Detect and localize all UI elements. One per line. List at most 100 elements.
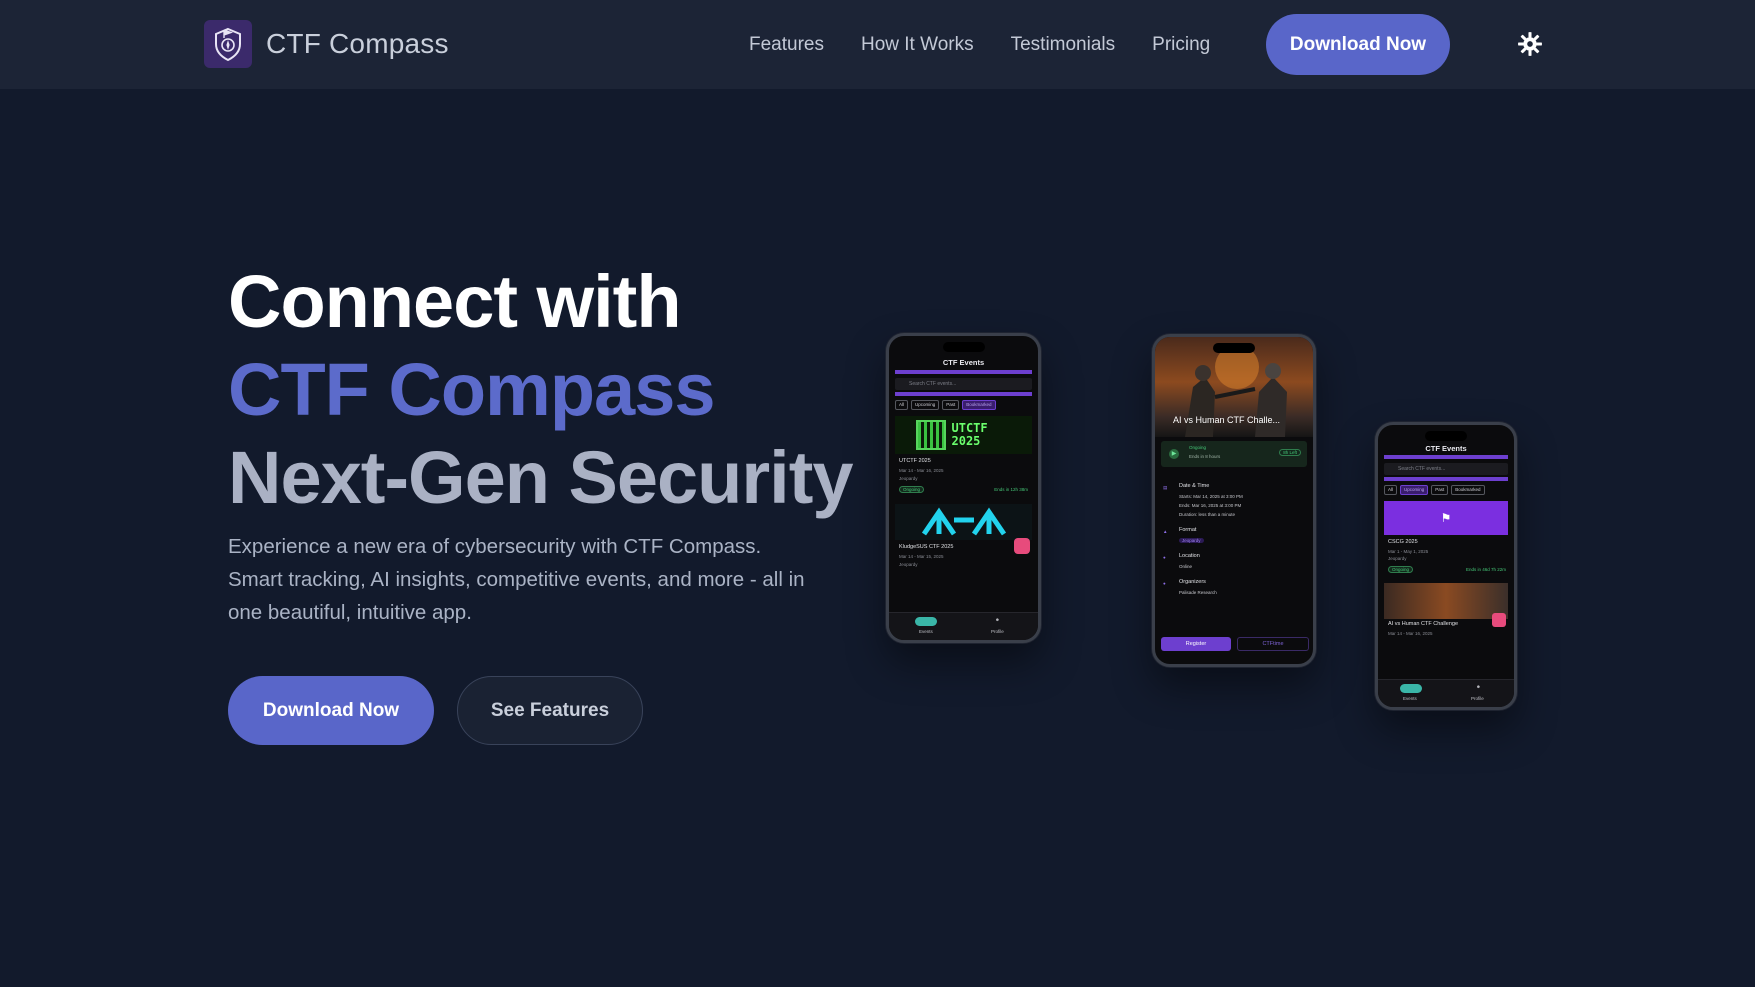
ctftime-button: CTFtime: [1237, 637, 1309, 651]
app-title: CTF Events: [1425, 444, 1467, 453]
nav-link-pricing[interactable]: Pricing: [1152, 34, 1210, 56]
ends-text: Ends: Mar 16, 2025 at 3:00 PM: [1179, 503, 1242, 508]
tab-events: Events: [919, 629, 933, 634]
nav-link-how-it-works[interactable]: How It Works: [861, 34, 974, 56]
heart-icon: [1492, 613, 1506, 627]
status-detail: Ends in 8 hours: [1189, 454, 1221, 459]
organizer-value: Palisade Research: [1179, 590, 1217, 595]
app-bar: [1384, 455, 1508, 459]
play-icon: ▶: [1169, 449, 1179, 459]
chip-all: All: [895, 400, 909, 410]
format-icon: ▲: [1163, 529, 1168, 534]
nav-links: Features How It Works Testimonials Prici…: [749, 0, 1247, 89]
phone-notch: [942, 342, 985, 352]
organizers-icon: ●: [1163, 581, 1166, 586]
format-badge: Jeopardy: [1179, 538, 1204, 543]
event-format: Jeopardy: [1388, 556, 1407, 561]
event-format: Jeopardy: [899, 476, 918, 481]
event-remaining: Ends in 46d 7h 22m: [1465, 567, 1506, 572]
event-banner-ai-vs-human: [1384, 583, 1508, 619]
search-input: Search CTF events...: [895, 378, 1032, 390]
top-navbar: CTF Compass Features How It Works Testim…: [0, 0, 1755, 89]
status-badge: Ongoing: [899, 486, 925, 493]
brand-name: CTF Compass: [266, 28, 449, 59]
section-date: Date & Time: [1179, 483, 1210, 489]
app-bar: [895, 370, 1032, 374]
event-title: UTCTF 2025: [899, 458, 931, 464]
nav-download-button[interactable]: Download Now: [1266, 14, 1450, 75]
event-date: Mar 14 - Mar 16, 2025: [899, 468, 944, 473]
bottom-tab-bar: Events ☻ Profile: [889, 612, 1038, 640]
event-date: Mar 14 - Mar 15, 2025: [899, 554, 944, 559]
section-location: Location: [1179, 553, 1200, 559]
event-banner-utctf: UTCTF 2025: [895, 416, 1032, 454]
user-icon: ☻: [1476, 684, 1481, 689]
chip-bookmarked: Bookmarked: [1451, 485, 1485, 495]
event-date: Mar 1 - May 1, 2025: [1388, 549, 1429, 554]
heart-icon: [1014, 538, 1030, 554]
section-format: Format: [1179, 527, 1197, 533]
hero-line-3: Next-Gen Security: [228, 436, 854, 519]
phone-mockup-events-list: CTF Events Search CTF events... All Upco…: [886, 333, 1041, 643]
search-input: Search CTF events...: [1384, 463, 1508, 475]
app-bar: [1384, 477, 1508, 481]
home-icon: [915, 617, 937, 626]
event-title: CSCG 2025: [1388, 539, 1418, 545]
compass-logo-icon: [204, 20, 252, 68]
hero-line-1: Connect with: [228, 260, 682, 343]
bottom-tab-bar: Events ☻ Profile: [1378, 679, 1514, 707]
event-banner-kludge: [895, 504, 1032, 540]
event-format: Jeopardy: [899, 562, 918, 567]
location-pin-icon: ●: [1163, 555, 1166, 560]
kludge-logo-icon: [921, 507, 1006, 536]
status-card: ▶ Ongoing Ends in 8 hours 8h Left: [1161, 441, 1307, 467]
chip-past: Past: [1431, 485, 1449, 495]
chip-upcoming: Upcoming: [1400, 485, 1429, 495]
ctftime-label: CTFtime: [1262, 641, 1284, 647]
flag-icon: ⚑: [1440, 511, 1452, 525]
phone-notch: [1425, 431, 1467, 441]
chip-all: All: [1384, 485, 1398, 495]
event-banner-title: AI vs Human CTF Challe...: [1173, 415, 1281, 425]
nav-link-testimonials[interactable]: Testimonials: [1011, 34, 1116, 56]
hero-heading: Connect with CTF Compass Next-Gen Securi…: [228, 258, 854, 522]
filter-chips: All Upcoming Past Bookmarked: [1384, 485, 1508, 495]
see-features-button[interactable]: See Features: [457, 676, 643, 745]
tab-events: Events: [1403, 696, 1417, 701]
event-date: Mar 14 - Mar 16, 2025: [1388, 631, 1433, 636]
register-label: Register: [1185, 641, 1207, 647]
event-banner-text: UTCTF 2025: [951, 421, 988, 448]
duration-text: Duration: less than a minute: [1179, 512, 1236, 517]
tab-profile: Profile: [1471, 696, 1484, 701]
status-badge: Ongoing: [1388, 566, 1414, 573]
time-left-badge: 8h Left: [1279, 449, 1301, 456]
event-title: KludgeSUS CTF 2025: [899, 544, 954, 550]
starts-text: Starts: Mar 14, 2025 at 3:00 PM: [1179, 494, 1243, 499]
register-button: Register: [1161, 637, 1231, 651]
calendar-icon: ▤: [1163, 485, 1168, 490]
phone-mockup-events-list-2: CTF Events Search CTF events... All Upco…: [1375, 422, 1517, 710]
location-value: Online: [1179, 564, 1193, 569]
chip-upcoming: Upcoming: [911, 400, 940, 410]
brand[interactable]: CTF Compass: [204, 20, 449, 68]
filter-chips: All Upcoming Past Bookmarked: [895, 400, 1032, 410]
hero-subtitle: Experience a new era of cybersecurity wi…: [228, 535, 805, 624]
event-title: AI vs Human CTF Challenge: [1388, 621, 1458, 627]
chip-past: Past: [942, 400, 960, 410]
app-title: CTF Events: [942, 358, 985, 367]
user-icon: ☻: [995, 617, 1000, 622]
nav-link-features[interactable]: Features: [749, 34, 824, 56]
event-banner-cscg: ⚑: [1384, 501, 1508, 535]
hero-download-button[interactable]: Download Now: [228, 676, 434, 745]
status-label: Ongoing: [1189, 445, 1207, 450]
phone-mockup-event-detail: AI vs Human CTF Challe... ▶ Ongoing Ends…: [1152, 334, 1316, 667]
gear-icon[interactable]: [1517, 31, 1543, 57]
app-bar: [895, 392, 1032, 396]
chip-bookmarked: Bookmarked: [962, 400, 996, 410]
utctf-logo-icon: [915, 420, 946, 450]
hero-line-2: CTF Compass: [228, 348, 716, 431]
section-organizers: Organizers: [1179, 579, 1206, 585]
event-remaining: Ends in 12h 38m: [994, 487, 1028, 492]
home-icon: [1400, 684, 1422, 693]
tab-profile: Profile: [991, 629, 1004, 634]
